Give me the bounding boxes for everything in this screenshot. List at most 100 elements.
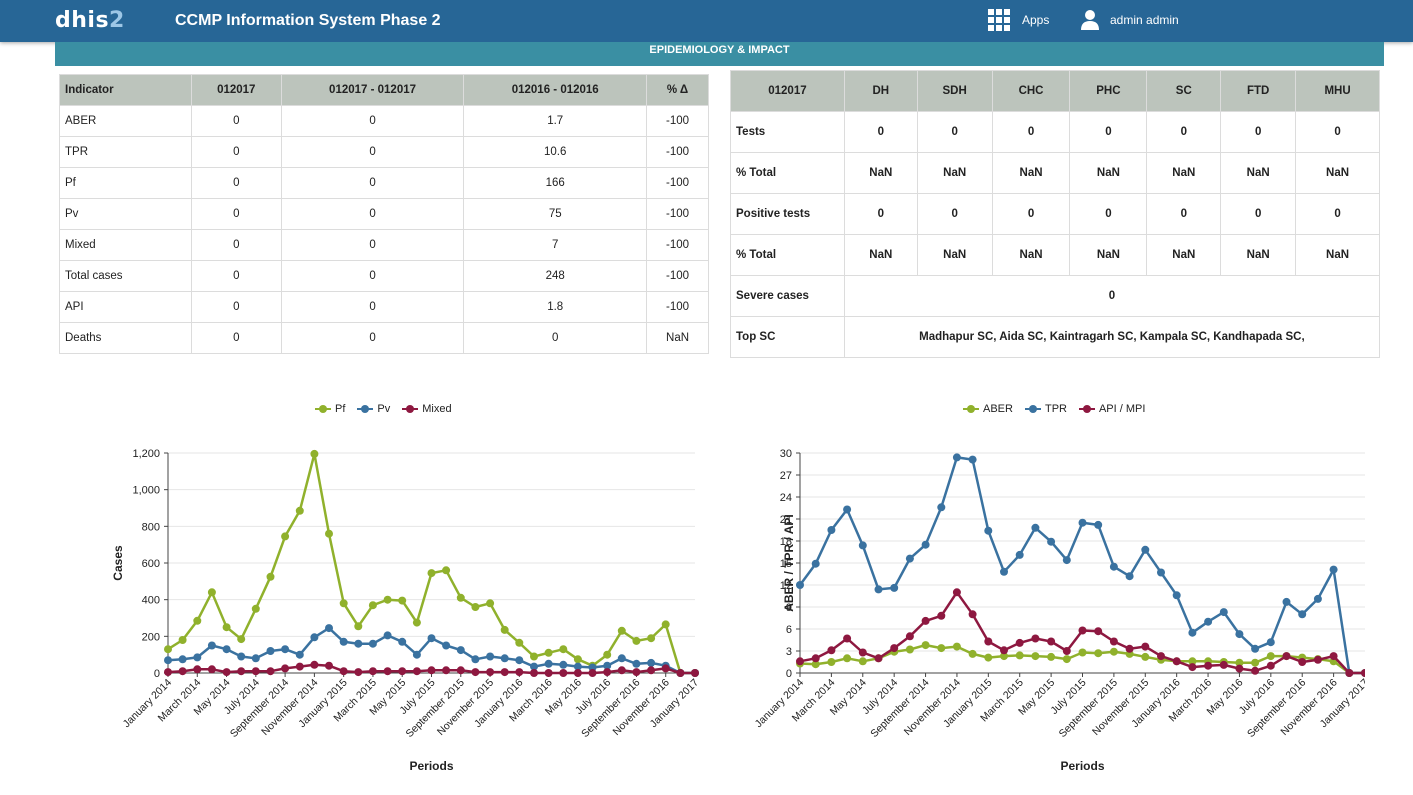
data-point[interactable] [544,669,553,677]
data-point[interactable] [295,506,304,515]
data-point[interactable] [427,569,436,578]
data-point[interactable] [676,669,685,677]
data-point[interactable] [164,656,172,665]
data-point[interactable] [1078,518,1087,527]
data-point[interactable] [515,638,524,647]
data-point[interactable] [905,645,914,654]
data-point[interactable] [952,453,961,462]
data-point[interactable] [471,603,480,611]
data-point[interactable] [617,666,626,675]
data-point[interactable] [827,658,836,666]
data-point[interactable] [339,599,348,608]
data-point[interactable] [222,668,231,677]
data-point[interactable] [266,667,275,676]
data-point[interactable] [1062,556,1071,565]
data-point[interactable] [1251,666,1260,675]
data-point[interactable] [398,667,407,676]
data-point[interactable] [858,657,867,666]
data-point[interactable] [1188,628,1197,637]
data-point[interactable] [632,668,641,677]
data-point[interactable] [1078,626,1087,635]
data-point[interactable] [412,667,421,676]
data-point[interactable] [412,618,421,627]
data-point[interactable] [1266,652,1275,661]
data-point[interactable] [984,653,993,662]
data-point[interactable] [368,667,377,676]
data-point[interactable] [456,646,465,655]
data-point[interactable] [1031,652,1040,661]
data-point[interactable] [1157,652,1165,661]
data-point[interactable] [1125,572,1134,581]
data-point[interactable] [164,645,172,654]
data-point[interactable] [456,593,465,602]
data-point[interactable] [603,668,612,677]
data-point[interactable] [691,669,699,677]
data-point[interactable] [1329,652,1338,661]
data-point[interactable] [1109,562,1118,571]
data-point[interactable] [1298,610,1307,619]
data-point[interactable] [647,666,656,675]
data-point[interactable] [1062,655,1071,664]
data-point[interactable] [588,669,597,677]
data-point[interactable] [905,554,914,563]
data-point[interactable] [500,654,509,663]
data-point[interactable] [310,449,319,458]
data-point[interactable] [222,645,231,654]
data-point[interactable] [237,667,246,676]
data-point[interactable] [796,657,804,666]
data-point[interactable] [500,668,509,677]
data-point[interactable] [921,540,930,549]
data-point[interactable] [368,601,377,610]
data-point[interactable] [1219,660,1228,669]
data-point[interactable] [251,667,260,676]
data-point[interactable] [383,667,392,676]
data-point[interactable] [178,655,187,664]
data-point[interactable] [281,645,290,654]
data-point[interactable] [647,658,656,667]
data-point[interactable] [827,526,836,534]
data-point[interactable] [442,566,451,575]
data-point[interactable] [1188,663,1197,672]
data-point[interactable] [1094,649,1103,658]
data-point[interactable] [281,664,290,673]
data-point[interactable] [952,642,961,651]
data-point[interactable] [1094,627,1103,636]
data-point[interactable] [442,666,451,675]
data-point[interactable] [515,668,524,677]
data-point[interactable] [968,610,977,619]
data-point[interactable] [843,634,852,643]
data-point[interactable] [354,622,363,631]
data-point[interactable] [295,662,304,671]
data-point[interactable] [1015,638,1024,647]
data-point[interactable] [515,656,524,665]
data-point[interactable] [1062,647,1071,655]
data-point[interactable] [1047,637,1056,646]
data-point[interactable] [266,647,275,655]
data-point[interactable] [937,611,946,620]
data-point[interactable] [1235,664,1244,673]
data-point[interactable] [1172,657,1181,666]
data-point[interactable] [193,665,202,674]
data-point[interactable] [1251,658,1260,667]
data-point[interactable] [1000,646,1008,655]
data-point[interactable] [281,532,290,541]
data-point[interactable] [952,588,961,597]
data-point[interactable] [1109,637,1118,646]
data-point[interactable] [178,636,187,644]
data-point[interactable] [1251,644,1260,653]
data-point[interactable] [617,626,626,635]
data-point[interactable] [471,668,480,677]
data-point[interactable] [500,625,509,634]
data-point[interactable] [530,669,538,677]
data-point[interactable] [890,583,899,592]
data-point[interactable] [222,623,231,632]
data-point[interactable] [178,667,187,676]
data-point[interactable] [632,636,641,645]
data-point[interactable] [874,654,883,663]
data-point[interactable] [905,632,914,641]
data-point[interactable] [412,650,421,659]
data-point[interactable] [559,669,568,677]
data-point[interactable] [858,648,867,657]
data-point[interactable] [1313,655,1322,664]
data-point[interactable] [486,668,495,677]
